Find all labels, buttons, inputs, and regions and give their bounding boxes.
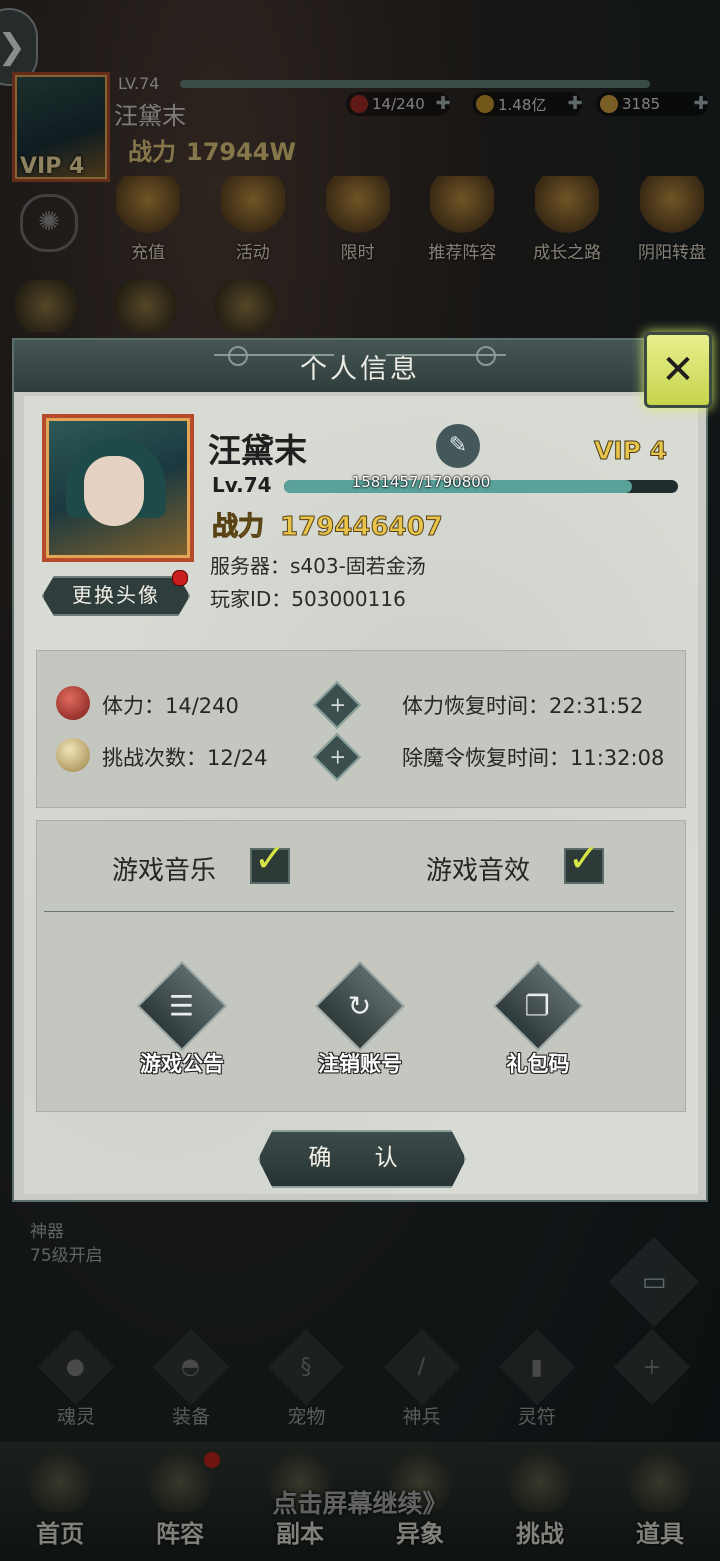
header-ornament-left: [214, 346, 334, 366]
plus-icon: +: [329, 692, 347, 717]
modal-header: 个人信息: [14, 340, 706, 392]
avatar-face: [84, 456, 144, 526]
close-button[interactable]: ✕: [644, 332, 712, 408]
music-label: 游戏音乐: [112, 856, 217, 886]
header-ornament-right: [386, 346, 506, 366]
checkmark-icon: ✓: [568, 836, 600, 880]
gift-code-icon: ❐: [525, 989, 551, 1023]
server-info: 服务器：s403-固若金汤: [210, 554, 426, 578]
challenge-count: 挑战次数：12/24: [102, 746, 268, 770]
checkmark-icon: ✓: [254, 836, 286, 880]
music-checkbox[interactable]: ✓: [250, 836, 290, 884]
stamina-orb-icon: [56, 686, 90, 720]
gift-code-button[interactable]: ❐ 礼包码: [468, 960, 608, 1078]
modal-title: 个人信息: [300, 353, 420, 385]
stamina-stat: 体力：14/240: [102, 694, 239, 718]
edit-name-button[interactable]: ✎: [436, 424, 480, 468]
notification-dot: [172, 570, 188, 586]
change-avatar-button[interactable]: 更换头像: [42, 576, 190, 616]
sound-checkbox[interactable]: ✓: [564, 836, 604, 884]
player-name: 汪黛末: [208, 431, 307, 470]
announcement-icon: ☰: [169, 989, 195, 1023]
sound-label: 游戏音效: [426, 856, 531, 886]
announcement-label: 游戏公告: [140, 1052, 224, 1076]
pencil-icon: ✎: [448, 433, 468, 458]
profile-avatar[interactable]: [42, 414, 194, 562]
logout-icon: ↻: [348, 989, 372, 1023]
exp-text: 1581457/1790800: [351, 473, 491, 491]
cancel-account-label: 注销账号: [318, 1052, 402, 1076]
power-label: 战力: [211, 512, 265, 543]
settings-divider: [44, 911, 674, 912]
player-power: 战力 179446407: [211, 506, 444, 543]
plus-icon: +: [329, 744, 347, 769]
player-id: 玩家ID：503000116: [210, 587, 406, 611]
player-level: Lv.74: [212, 473, 272, 497]
demon-token-recover-time: 除魔令恢复时间：11:32:08: [402, 746, 665, 770]
gift-code-label: 礼包码: [506, 1052, 570, 1076]
close-icon: ✕: [661, 347, 695, 393]
cancel-account-button[interactable]: ↻ 注销账号: [290, 960, 430, 1078]
gourd-icon: [56, 738, 90, 772]
stamina-recover-time: 体力恢复时间：22:31:52: [402, 694, 644, 718]
stats-panel: [36, 650, 686, 808]
announcement-button[interactable]: ☰ 游戏公告: [112, 960, 252, 1078]
confirm-button[interactable]: 确 认: [258, 1130, 466, 1188]
power-value: 179446407: [280, 512, 444, 543]
vip-label: VIP 4: [593, 436, 668, 466]
